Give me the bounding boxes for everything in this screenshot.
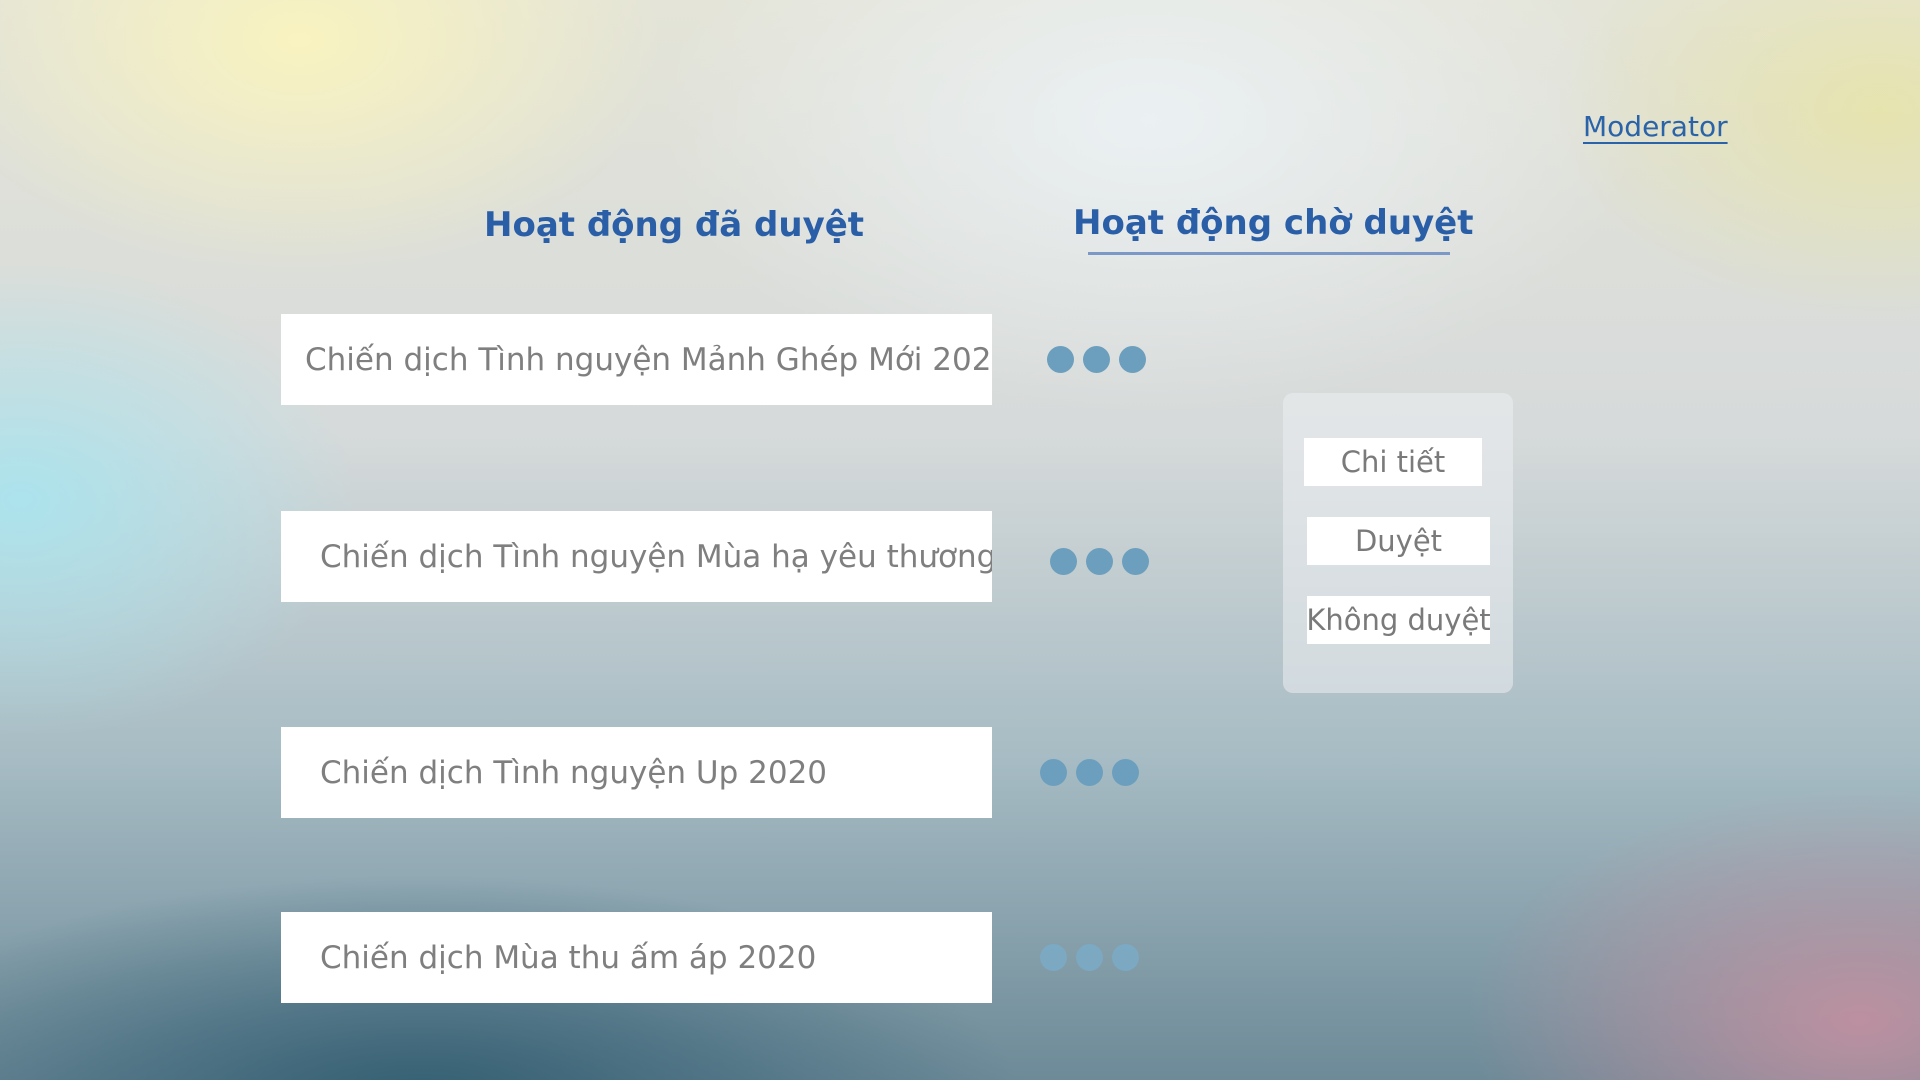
more-options-icon[interactable] xyxy=(1047,346,1146,373)
action-menu: Chi tiết Duyệt Không duyệt xyxy=(1283,393,1513,693)
more-options-icon[interactable] xyxy=(1050,548,1149,575)
tab-pending-label: Hoạt động chờ duyệt xyxy=(1073,203,1474,243)
moderator-link[interactable]: Moderator xyxy=(1583,110,1728,143)
more-options-icon[interactable] xyxy=(1040,759,1139,786)
more-options-icon[interactable] xyxy=(1040,944,1139,971)
tab-pending-activities[interactable]: Hoạt động chờ duyệt xyxy=(1073,203,1474,255)
dot xyxy=(1040,759,1067,786)
activity-item-1[interactable]: Chiến dịch Tình nguyện Mảnh Ghép Mới 202… xyxy=(281,314,992,405)
activity-item-2[interactable]: Chiến dịch Tình nguyện Mùa hạ yêu thương xyxy=(281,511,992,602)
tab-approved-activities[interactable]: Hoạt động đã duyệt xyxy=(484,205,864,245)
dot xyxy=(1076,944,1103,971)
dot xyxy=(1047,346,1074,373)
active-tab-underline xyxy=(1088,252,1450,255)
dot xyxy=(1086,548,1113,575)
dot xyxy=(1112,759,1139,786)
activity-item-4[interactable]: Chiến dịch Mùa thu ấm áp 2020 xyxy=(281,912,992,1003)
approve-button[interactable]: Duyệt xyxy=(1307,517,1490,565)
dot xyxy=(1122,548,1149,575)
dot xyxy=(1040,944,1067,971)
reject-button[interactable]: Không duyệt xyxy=(1306,596,1491,644)
dot xyxy=(1076,759,1103,786)
dot xyxy=(1083,346,1110,373)
activity-item-3[interactable]: Chiến dịch Tình nguyện Up 2020 xyxy=(281,727,992,818)
dot xyxy=(1112,944,1139,971)
detail-button[interactable]: Chi tiết xyxy=(1304,438,1482,486)
dot xyxy=(1119,346,1146,373)
dot xyxy=(1050,548,1077,575)
